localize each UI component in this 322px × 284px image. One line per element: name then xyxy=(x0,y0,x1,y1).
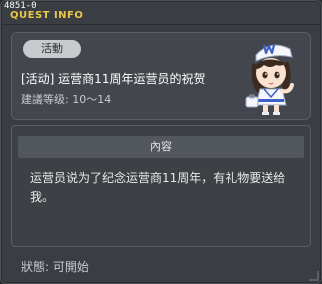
quest-content-panel: 內容 运营员说为了纪念运营商11周年，有礼物要送给我。 xyxy=(11,125,311,247)
resize-grip-icon[interactable] xyxy=(309,271,319,281)
npc-portrait-icon xyxy=(245,44,294,115)
recommended-level: 建議等级: 10〜14 xyxy=(21,93,112,106)
content-header: 內容 xyxy=(18,136,304,158)
window-title: QUEST INFO xyxy=(10,10,84,21)
category-badge: 活動 xyxy=(23,40,81,58)
quest-summary-panel: 活動 [活动] 运营商11周年运营员的祝贺 建議等级: 10〜14 xyxy=(11,32,311,120)
content-text: 运营员说为了纪念运营商11周年，有礼物要送给我。 xyxy=(30,171,286,204)
title-divider xyxy=(1,24,321,25)
quest-name: [活动] 运营商11周年运营员的祝贺 xyxy=(21,72,206,86)
quest-info-window: 4851-0 QUEST INFO 活動 [活动] 运营商11周年运营员的祝贺 … xyxy=(0,0,322,284)
quest-status: 狀態: 可開始 xyxy=(21,260,89,274)
